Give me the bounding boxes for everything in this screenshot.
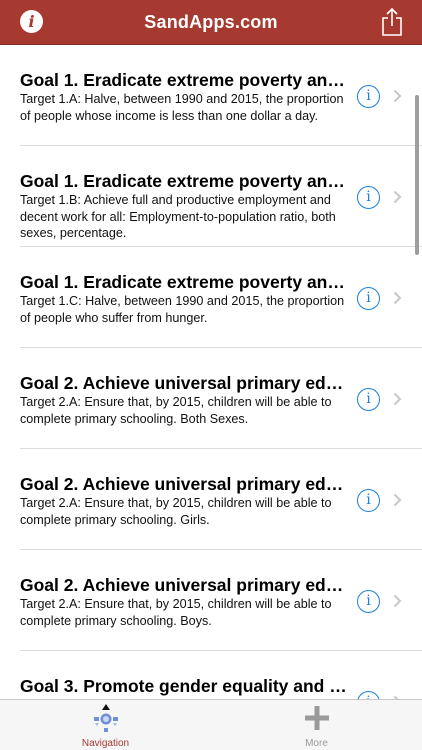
list-item-subtitle: Target 1.B: Achieve full and productive … xyxy=(20,193,336,240)
navigation-icon xyxy=(94,704,118,732)
info-icon[interactable]: i xyxy=(357,388,380,411)
list-item-title: Goal 1. Eradicate extreme poverty and hu… xyxy=(20,70,350,90)
list-item-title: Goal 1. Eradicate extreme poverty and hu… xyxy=(20,272,350,292)
goals-list: Goal 1. Eradicate extreme poverty and hu… xyxy=(0,45,422,699)
info-icon[interactable]: i xyxy=(357,186,380,209)
list-item-title: Goal 3. Promote gender equality and empo… xyxy=(20,676,350,696)
chevron-right-icon xyxy=(393,190,402,204)
list-item-title: Goal 2. Achieve universal primary educat… xyxy=(20,373,350,393)
chevron-right-icon xyxy=(393,89,402,103)
list-item-title: Goal 1. Eradicate extreme poverty and hu… xyxy=(20,171,350,191)
tab-navigation[interactable]: Navigation xyxy=(0,700,211,750)
list-item[interactable]: Goal 2. Achieve universal primary educat… xyxy=(0,348,422,449)
tab-bar: Navigation More xyxy=(0,699,422,750)
plus-icon xyxy=(305,706,329,730)
tab-more-label: More xyxy=(305,738,328,749)
tab-more[interactable]: More xyxy=(211,700,422,750)
chevron-right-icon xyxy=(393,493,402,507)
list-item[interactable]: Goal 1. Eradicate extreme poverty and hu… xyxy=(0,247,422,348)
list-item-subtitle: Target 2.A: Ensure that, by 2015, childr… xyxy=(20,496,332,527)
chevron-right-icon xyxy=(393,594,402,608)
list-item[interactable]: Goal 1. Eradicate extreme poverty and hu… xyxy=(0,45,422,146)
info-icon[interactable]: i xyxy=(357,489,380,512)
navigation-bar: i SandApps.com xyxy=(0,0,422,45)
chevron-right-icon xyxy=(393,291,402,305)
info-icon[interactable]: i xyxy=(357,691,380,699)
info-icon[interactable]: i xyxy=(357,85,380,108)
list-item-title: Goal 2. Achieve universal primary educat… xyxy=(20,474,350,494)
list-item-subtitle: Target 2.A: Ensure that, by 2015, childr… xyxy=(20,597,332,628)
list-item-subtitle: Target 1.A: Halve, between 1990 and 2015… xyxy=(20,92,344,123)
tab-navigation-label: Navigation xyxy=(81,738,130,749)
page-title: SandApps.com xyxy=(144,12,278,32)
list-item-subtitle: Target 2.A: Ensure that, by 2015, childr… xyxy=(20,395,332,426)
list-item-title: Goal 2. Achieve universal primary educat… xyxy=(20,575,350,595)
chevron-right-icon xyxy=(393,392,402,406)
share-icon[interactable] xyxy=(380,7,404,37)
info-icon[interactable]: i xyxy=(357,590,380,613)
list-item[interactable]: Goal 1. Eradicate extreme poverty and hu… xyxy=(0,146,422,247)
info-icon[interactable]: i xyxy=(357,287,380,310)
app-screen: i SandApps.com Goal 1. Eradicate extreme… xyxy=(0,0,422,750)
list-item-subtitle: Target 1.C: Halve, between 1990 and 2015… xyxy=(20,294,345,325)
list-item[interactable]: Goal 2. Achieve universal primary educat… xyxy=(0,449,422,550)
list-item[interactable]: Goal 3. Promote gender equality and empo… xyxy=(0,651,422,699)
list-item[interactable]: Goal 2. Achieve universal primary educat… xyxy=(0,550,422,651)
scroll-indicator[interactable] xyxy=(415,95,419,255)
